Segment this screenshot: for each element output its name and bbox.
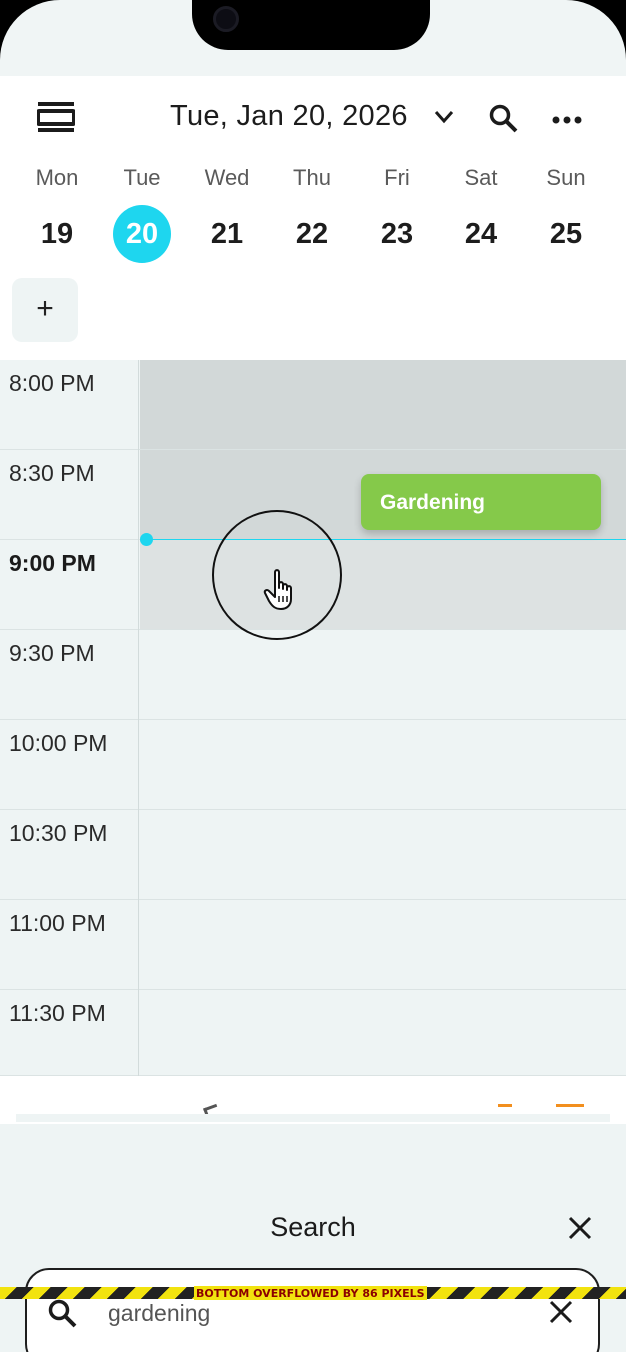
more-icon[interactable] bbox=[552, 115, 582, 125]
time-slot[interactable]: 11:00 PM bbox=[0, 900, 626, 990]
search-input[interactable] bbox=[108, 1298, 528, 1328]
clear-icon[interactable] bbox=[549, 1300, 573, 1324]
time-label: 10:00 PM bbox=[0, 720, 139, 810]
search-icon bbox=[48, 1299, 77, 1328]
camera-icon bbox=[213, 6, 239, 32]
hand-cursor-icon bbox=[263, 569, 292, 610]
search-icon[interactable] bbox=[488, 103, 518, 133]
time-label: 11:00 PM bbox=[0, 900, 139, 990]
time-slot[interactable]: 10:30 PM bbox=[0, 810, 626, 900]
day-tue[interactable]: Tue 20 bbox=[99, 160, 185, 263]
orange-close-icon bbox=[556, 1104, 584, 1114]
time-label-current: 9:00 PM bbox=[0, 540, 139, 630]
time-slot[interactable]: 11:30 PM bbox=[0, 990, 626, 1076]
time-slot[interactable]: 10:00 PM bbox=[0, 720, 626, 810]
slot-lane[interactable] bbox=[140, 630, 626, 719]
day-number-selected: 20 bbox=[113, 205, 171, 263]
current-time-dot bbox=[140, 533, 153, 546]
toolbar-divider bbox=[16, 1114, 610, 1122]
search-sheet-title: Search bbox=[270, 1212, 356, 1242]
time-label: 11:30 PM bbox=[0, 990, 139, 1076]
slot-lane[interactable] bbox=[140, 810, 626, 899]
chevron-down-icon[interactable] bbox=[434, 110, 454, 124]
day-wed[interactable]: Wed 21 bbox=[184, 160, 270, 263]
day-name: Tue bbox=[123, 165, 161, 190]
event-gardening[interactable]: Gardening bbox=[361, 474, 601, 530]
time-label: 8:30 PM bbox=[0, 450, 139, 540]
week-strip: Mon 19 Tue 20 Wed 21 Thu 22 Fri 23 Sat 2… bbox=[14, 160, 610, 263]
current-time-line bbox=[146, 539, 626, 540]
day-name: Wed bbox=[204, 165, 250, 190]
day-number: 25 bbox=[549, 218, 583, 250]
slot-lane[interactable] bbox=[140, 900, 626, 989]
orange-icon bbox=[498, 1104, 512, 1114]
slot-lane[interactable] bbox=[140, 990, 626, 1076]
day-name: Mon bbox=[35, 165, 79, 190]
day-name: Thu bbox=[293, 165, 331, 190]
day-name: Sat bbox=[464, 165, 498, 190]
time-label: 10:30 PM bbox=[0, 810, 139, 900]
time-label: 8:00 PM bbox=[0, 360, 139, 450]
day-fri[interactable]: Fri 23 bbox=[354, 160, 440, 263]
day-name: Fri bbox=[384, 165, 410, 190]
time-slot[interactable]: 9:30 PM bbox=[0, 630, 626, 720]
day-number: 19 bbox=[40, 218, 74, 250]
app-screen: Tue, Jan 20, 2026 Mon 19 Tue 20 Wed 21 T… bbox=[0, 0, 626, 1352]
overflow-warning-text: BOTTOM OVERFLOWED BY 86 PIXELS bbox=[194, 1286, 427, 1300]
date-title[interactable]: Tue, Jan 20, 2026 bbox=[170, 100, 408, 133]
day-number: 22 bbox=[295, 218, 329, 250]
day-number: 24 bbox=[464, 218, 498, 250]
day-thu[interactable]: Thu 22 bbox=[269, 160, 355, 263]
day-number: 23 bbox=[380, 218, 414, 250]
slot-lane[interactable] bbox=[140, 360, 626, 449]
day-sat[interactable]: Sat 24 bbox=[438, 160, 524, 263]
add-event-button[interactable]: + bbox=[12, 278, 78, 342]
day-sun[interactable]: Sun 25 bbox=[523, 160, 609, 263]
close-icon[interactable] bbox=[567, 1215, 593, 1241]
time-slot[interactable]: 8:00 PM bbox=[0, 360, 626, 450]
day-name: Sun bbox=[546, 165, 586, 190]
day-number: 21 bbox=[210, 218, 244, 250]
day-mon[interactable]: Mon 19 bbox=[14, 160, 100, 263]
slot-lane[interactable] bbox=[140, 720, 626, 809]
menu-icon[interactable] bbox=[37, 100, 75, 134]
time-label: 9:30 PM bbox=[0, 630, 139, 720]
